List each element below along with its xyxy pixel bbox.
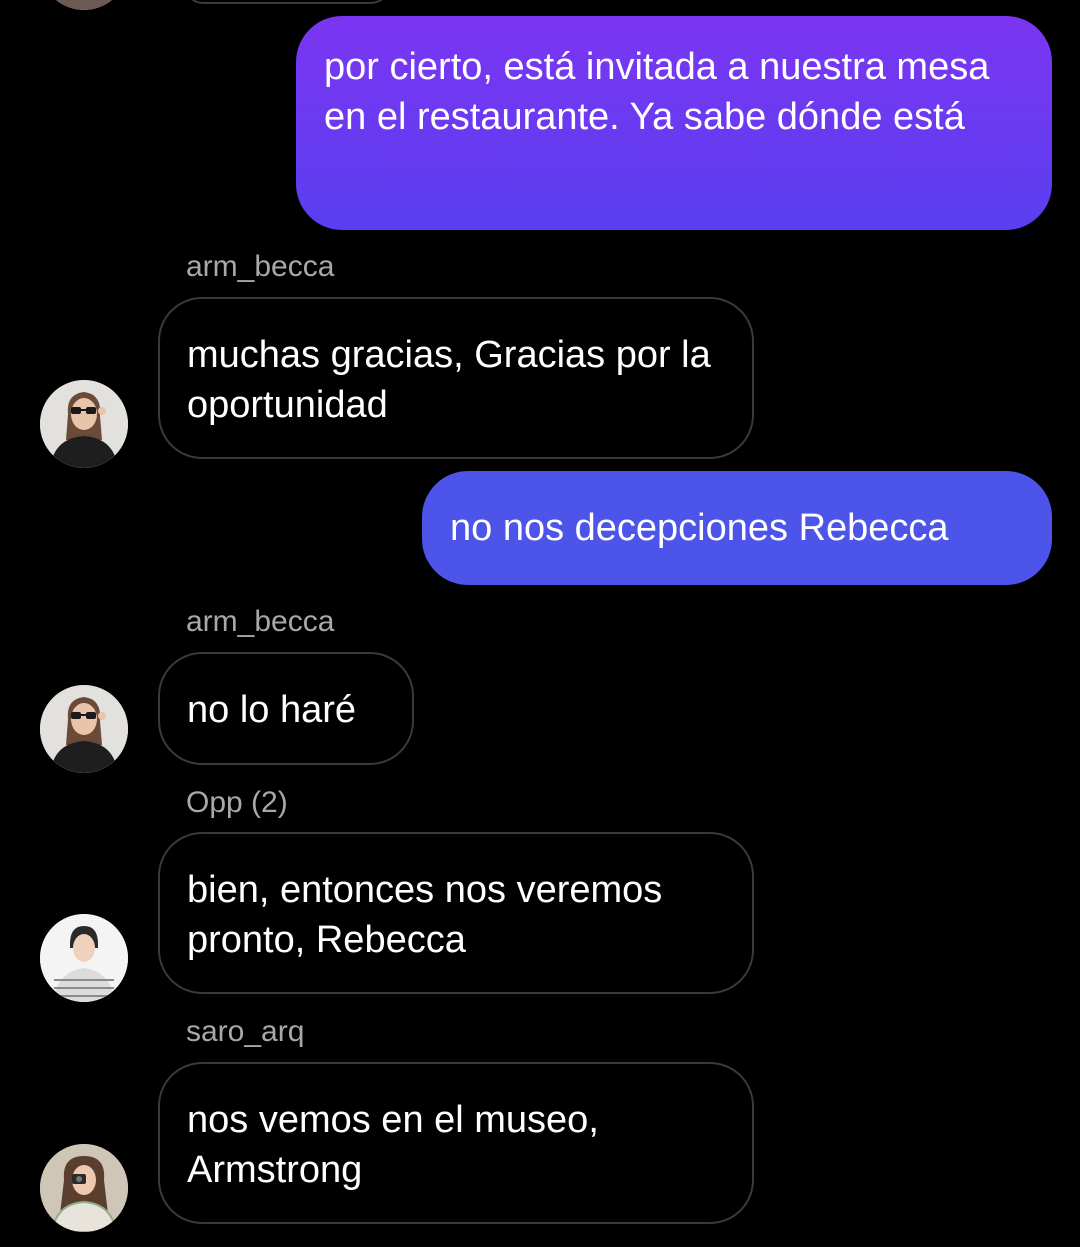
incoming-message-bubble[interactable]: nos vemos en el museo, Armstrong	[158, 1062, 754, 1224]
message-text: no nos decepciones Rebecca	[450, 507, 949, 549]
message-text: por cierto, está invitada a nuestra mesa…	[324, 46, 990, 138]
message-text: no lo haré	[187, 689, 357, 731]
incoming-message-bubble[interactable]: no lo haré	[158, 652, 414, 765]
woman-sunglasses-avatar[interactable]	[40, 685, 128, 773]
message-text: nos vemos en el museo, Armstrong	[187, 1099, 599, 1191]
woman-sunglasses-avatar[interactable]	[40, 380, 128, 468]
outgoing-message-bubble[interactable]: no nos decepciones Rebecca	[422, 471, 1052, 585]
sender-name: arm_becca	[186, 605, 335, 638]
incoming-message-bubble[interactable]: muchas gracias, Gracias por la oportunid…	[158, 297, 754, 459]
incoming-message-bubble[interactable]: bien, entonces nos veremos pronto, Rebec…	[158, 832, 754, 994]
avatar-partial[interactable]	[40, 0, 128, 10]
sender-name: Opp (2)	[186, 786, 288, 819]
message-bubble-partial[interactable]	[182, 0, 392, 4]
man-avatar[interactable]	[40, 914, 128, 1002]
message-text: muchas gracias, Gracias por la oportunid…	[187, 334, 711, 426]
woman-camera-avatar[interactable]	[40, 1144, 128, 1232]
message-text: bien, entonces nos veremos pronto, Rebec…	[187, 869, 663, 961]
sender-name: saro_arq	[186, 1015, 305, 1048]
sender-name: arm_becca	[186, 250, 335, 283]
outgoing-message-bubble[interactable]: por cierto, está invitada a nuestra mesa…	[296, 16, 1052, 230]
